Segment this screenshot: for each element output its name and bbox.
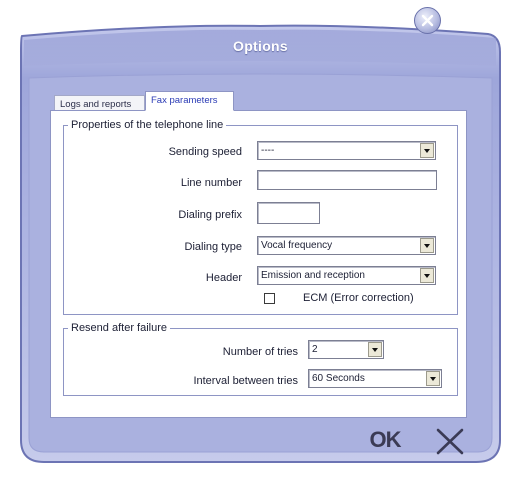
header-label: Header [205,272,242,284]
sending-speed-label: Sending speed [168,146,242,158]
header-value: Emission and reception [261,270,365,281]
interval-select[interactable]: 60 Seconds [308,369,442,388]
line-number-input[interactable] [257,170,437,190]
dropdown-arrow-icon[interactable] [420,268,434,283]
ecm-label: ECM (Error correction) [303,292,414,304]
ecm-checkbox[interactable] [264,293,275,304]
resend-legend: Resend after failure [71,322,167,334]
sending-speed-select[interactable]: ---- [257,141,436,160]
sending-speed-value: ---- [261,145,275,156]
number-of-tries-select[interactable]: 2 [308,340,384,359]
x-icon [436,428,464,455]
line-number-label: Line number [180,177,242,189]
dialing-prefix-label: Dialing prefix [178,209,242,221]
number-of-tries-value: 2 [312,344,318,355]
tab-fax-parameters[interactable]: Fax parameters [145,91,234,111]
dropdown-arrow-icon[interactable] [420,143,434,158]
cancel-button[interactable] [431,424,469,458]
dropdown-arrow-icon[interactable] [420,238,434,253]
close-button[interactable] [414,7,441,34]
number-of-tries-label: Number of tries [222,346,298,358]
dropdown-arrow-icon[interactable] [368,342,382,357]
header-select[interactable]: Emission and reception [257,266,436,285]
dialing-type-label: Dialing type [184,241,242,253]
line-properties-legend: Properties of the telephone line [71,119,224,131]
dialing-type-value: Vocal frequency [261,240,333,251]
dropdown-arrow-icon[interactable] [426,371,440,386]
ok-button[interactable]: OK [364,425,406,455]
close-icon [421,14,434,27]
dialing-prefix-input[interactable] [257,202,320,224]
interval-label: Interval between tries [193,375,298,387]
dialog-title: Options [233,38,288,54]
interval-value: 60 Seconds [312,373,365,384]
dialing-type-select[interactable]: Vocal frequency [257,236,436,255]
